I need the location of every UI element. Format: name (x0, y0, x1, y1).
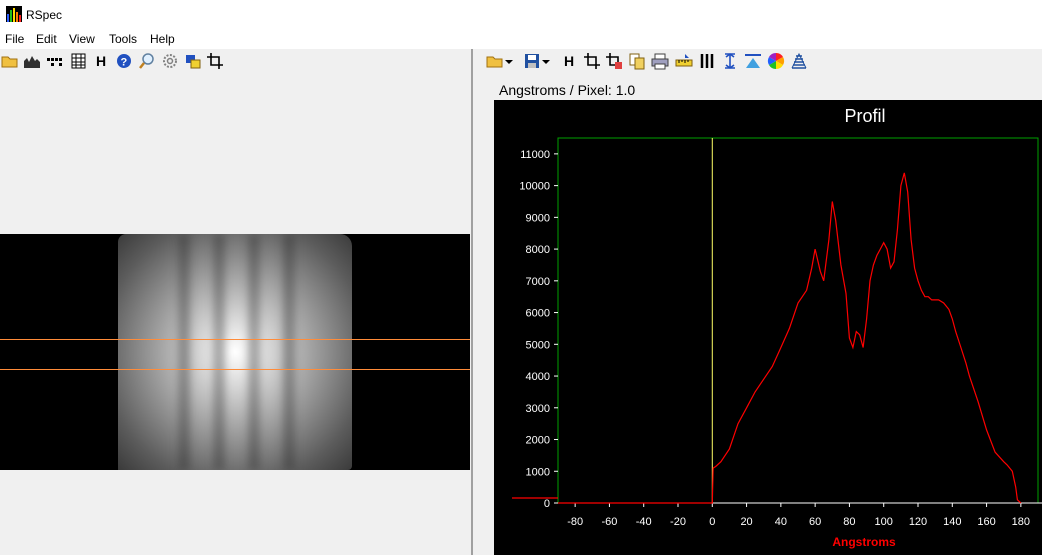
menu-view[interactable]: View (69, 32, 95, 46)
app-icon (6, 6, 22, 22)
overlay-icon[interactable] (184, 52, 202, 70)
profile-series-line (558, 172, 1022, 504)
dropdown-arrow-icon[interactable] (504, 52, 514, 70)
calibration-label: Angstroms / Pixel: 1.0 (499, 82, 636, 98)
x-tick-label: 100 (875, 516, 893, 528)
y-tick-label: 4000 (526, 371, 550, 383)
h-icon[interactable]: H (561, 52, 579, 70)
svg-text:?: ? (121, 57, 128, 69)
x-tick-label: 180 (1012, 516, 1030, 528)
print-icon[interactable] (651, 52, 669, 70)
x-tick-label: 40 (775, 516, 787, 528)
x-tick-label: -20 (670, 516, 686, 528)
y-tick-label: 11000 (520, 149, 550, 161)
y-tick-label: 2000 (526, 435, 550, 447)
x-tick-label: 0 (709, 516, 715, 528)
y-tick-label: 10000 (519, 181, 550, 193)
selection-top-line[interactable] (0, 339, 470, 340)
selection-bottom-line[interactable] (0, 369, 470, 370)
save-icon[interactable] (523, 52, 541, 70)
crop-icon[interactable] (583, 52, 601, 70)
x-tick-label: 140 (943, 516, 961, 528)
histogram-icon[interactable] (23, 52, 41, 70)
image-pane (0, 73, 470, 555)
zoom-icon[interactable] (138, 52, 156, 70)
menu-tools[interactable]: Tools (109, 32, 137, 46)
spectrum-band (118, 234, 352, 470)
open-folder-icon[interactable] (486, 52, 504, 70)
title-bar: RSpec (0, 0, 1042, 30)
x-tick-label: 160 (977, 516, 995, 528)
x-tick-label: 60 (809, 516, 821, 528)
y-tick-label: 5000 (526, 339, 550, 351)
svg-text:H: H (564, 53, 574, 69)
menu-bar: File Edit View Tools Help (0, 30, 1042, 49)
grid-icon[interactable] (70, 52, 88, 70)
left-toolbar: H ? (0, 49, 470, 73)
copy-icon[interactable] (628, 52, 646, 70)
x-tick-label: 20 (740, 516, 752, 528)
ruler-icon[interactable] (675, 52, 693, 70)
y-tick-label: 3000 (526, 403, 550, 415)
x-tick-label: 80 (843, 516, 855, 528)
x-tick-label: -40 (636, 516, 652, 528)
splitter-line (471, 49, 473, 555)
h-icon[interactable]: H (93, 52, 111, 70)
profile-chart: Profil0100020003000400050006000700080009… (512, 106, 1042, 549)
open-folder-icon[interactable] (1, 52, 19, 70)
lines-icon[interactable] (698, 52, 716, 70)
crop-add-icon[interactable] (605, 52, 623, 70)
y-tick-label: 9000 (526, 212, 550, 224)
profile-plot[interactable]: Profil 0 1000 2000 3000 4000 5000 6000 7000 8000 9… (494, 100, 1042, 555)
help-icon[interactable]: ? (115, 52, 133, 70)
x-axis-label: Angstroms (832, 535, 896, 549)
x-tick-label: 120 (909, 516, 927, 528)
menu-help[interactable]: Help (150, 32, 175, 46)
chart-title: Profil (844, 106, 885, 126)
vertical-arrows-icon[interactable] (721, 52, 739, 70)
plot-frame (557, 137, 1039, 504)
x-tick-label: -80 (567, 516, 583, 528)
y-tick-label: 8000 (526, 244, 550, 256)
crop-icon[interactable] (206, 52, 224, 70)
y-tick-label: 0 (544, 498, 550, 510)
color-wheel-icon[interactable] (767, 52, 785, 70)
y-tick-label: 1000 (526, 466, 550, 478)
triangle-icon[interactable] (744, 52, 762, 70)
spectrum-image[interactable] (0, 234, 470, 470)
y-tick-label: 6000 (526, 308, 550, 320)
svg-text:H: H (96, 53, 106, 69)
x-tick-label: -60 (601, 516, 617, 528)
right-toolbar: H (483, 49, 1042, 73)
menu-file[interactable]: File (5, 32, 24, 46)
layers-icon[interactable] (790, 52, 808, 70)
dropdown-arrow-icon[interactable] (541, 52, 551, 70)
window-title: RSpec (26, 8, 63, 22)
y-tick-label: 7000 (526, 276, 550, 288)
settings-icon[interactable] (161, 52, 179, 70)
menu-edit[interactable]: Edit (36, 32, 57, 46)
dotted-lines-icon[interactable] (46, 52, 64, 70)
